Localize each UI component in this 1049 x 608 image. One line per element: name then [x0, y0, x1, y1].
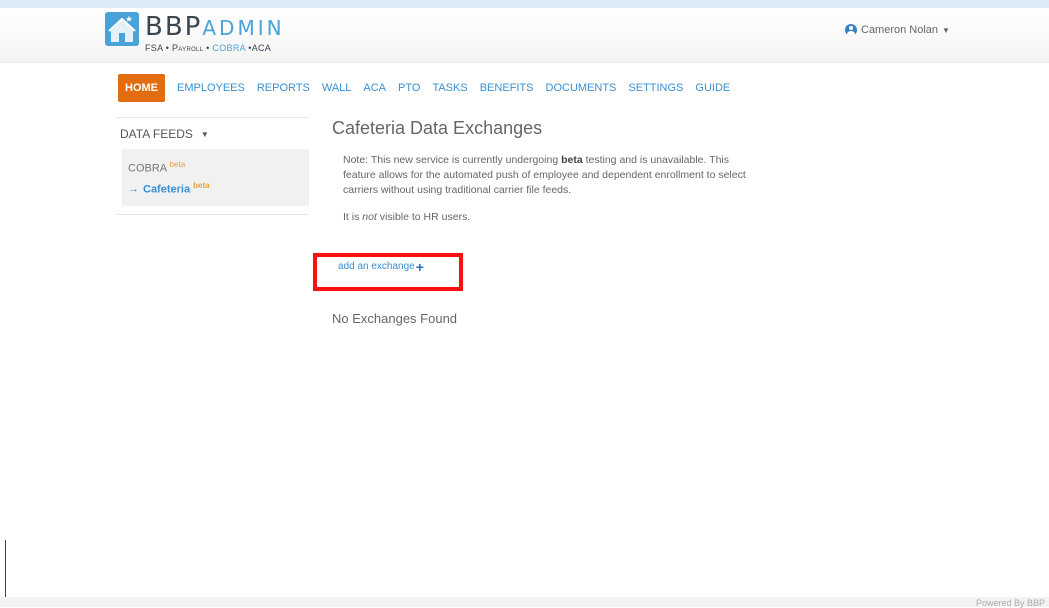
visibility-prefix: It is — [343, 211, 363, 223]
footer-bar — [0, 597, 1049, 607]
nav-wall[interactable]: WALL — [322, 82, 352, 94]
highlight-annotation — [313, 253, 463, 291]
note-bold: beta — [561, 154, 583, 166]
sidebar-item-cobra[interactable]: COBRA beta — [128, 157, 303, 178]
sidebar-item-cafeteria[interactable]: → Cafeteria beta — [128, 178, 303, 199]
logo-tagline: FSA • Payroll • COBRA •ACA — [145, 43, 271, 53]
nav-guide[interactable]: GUIDE — [695, 82, 730, 94]
nav-documents[interactable]: DOCUMENTS — [546, 82, 617, 94]
beta-badge: beta — [193, 180, 210, 190]
beta-note: Note: This new service is currently unde… — [343, 153, 753, 198]
user-circle-icon — [845, 24, 857, 36]
empty-state: No Exchanges Found — [332, 311, 458, 326]
caret-down-icon: ▼ — [942, 25, 950, 35]
nav-benefits[interactable]: BENEFITS — [480, 82, 534, 94]
beta-badge: beta — [169, 160, 186, 169]
nav-aca[interactable]: ACA — [363, 82, 386, 94]
sidebar-item-label: Cafeteria — [143, 183, 191, 196]
nav-reports[interactable]: REPORTS — [257, 82, 310, 94]
nav-home[interactable]: HOME — [118, 74, 165, 102]
sidebar-list: COBRA beta → Cafeteria beta — [122, 149, 309, 207]
tagline-cobra: COBRA — [212, 43, 246, 53]
sidebar-item-label: COBRA — [128, 162, 167, 175]
logo-wordmark-light: ADMIN — [202, 16, 285, 40]
user-name: Cameron Nolan — [861, 24, 939, 36]
top-strip — [0, 0, 1049, 8]
nav-settings[interactable]: SETTINGS — [628, 82, 683, 94]
window-edge — [5, 540, 6, 600]
visibility-suffix: visible to HR users. — [376, 211, 471, 223]
sidebar-divider — [117, 214, 309, 216]
logo[interactable]: BBPADMIN FSA • Payroll • COBRA •ACA — [103, 8, 282, 60]
main-nav: HOME EMPLOYEES REPORTS WALL ACA PTO TASK… — [118, 74, 742, 102]
nav-employees[interactable]: EMPLOYEES — [177, 82, 245, 94]
arrow-right-icon: → — [128, 183, 139, 196]
nav-tasks[interactable]: TASKS — [432, 82, 467, 94]
house-icon — [105, 12, 139, 46]
main-content: Cafeteria Data Exchanges Note: This new … — [332, 118, 772, 326]
tagline-aca: ACA — [251, 43, 272, 53]
header: BBPADMIN FSA • Payroll • COBRA •ACA Came… — [0, 8, 1049, 63]
visibility-note: It is not visible to HR users. — [343, 210, 753, 225]
nav-pto[interactable]: PTO — [398, 82, 420, 94]
tagline-fsa: FSA — [145, 43, 163, 53]
sidebar-title-dropdown[interactable]: DATA FEEDS ▼ — [117, 118, 309, 149]
tagline-payroll: Payroll — [172, 43, 204, 53]
sidebar: DATA FEEDS ▼ COBRA beta → Cafeteria beta — [117, 117, 309, 216]
logo-wordmark: BBPADMIN — [145, 12, 285, 42]
tagline-sep: • — [206, 43, 210, 53]
caret-down-icon: ▼ — [200, 129, 209, 139]
visibility-em: not — [362, 211, 377, 223]
tagline-sep: • — [165, 43, 170, 53]
logo-wordmark-dark: BBP — [145, 12, 203, 42]
user-menu[interactable]: Cameron Nolan ▼ — [845, 24, 950, 36]
note-prefix: Note: This new service is currently unde… — [343, 154, 562, 166]
sidebar-title: DATA FEEDS — [120, 127, 193, 141]
page-title: Cafeteria Data Exchanges — [332, 118, 543, 138]
